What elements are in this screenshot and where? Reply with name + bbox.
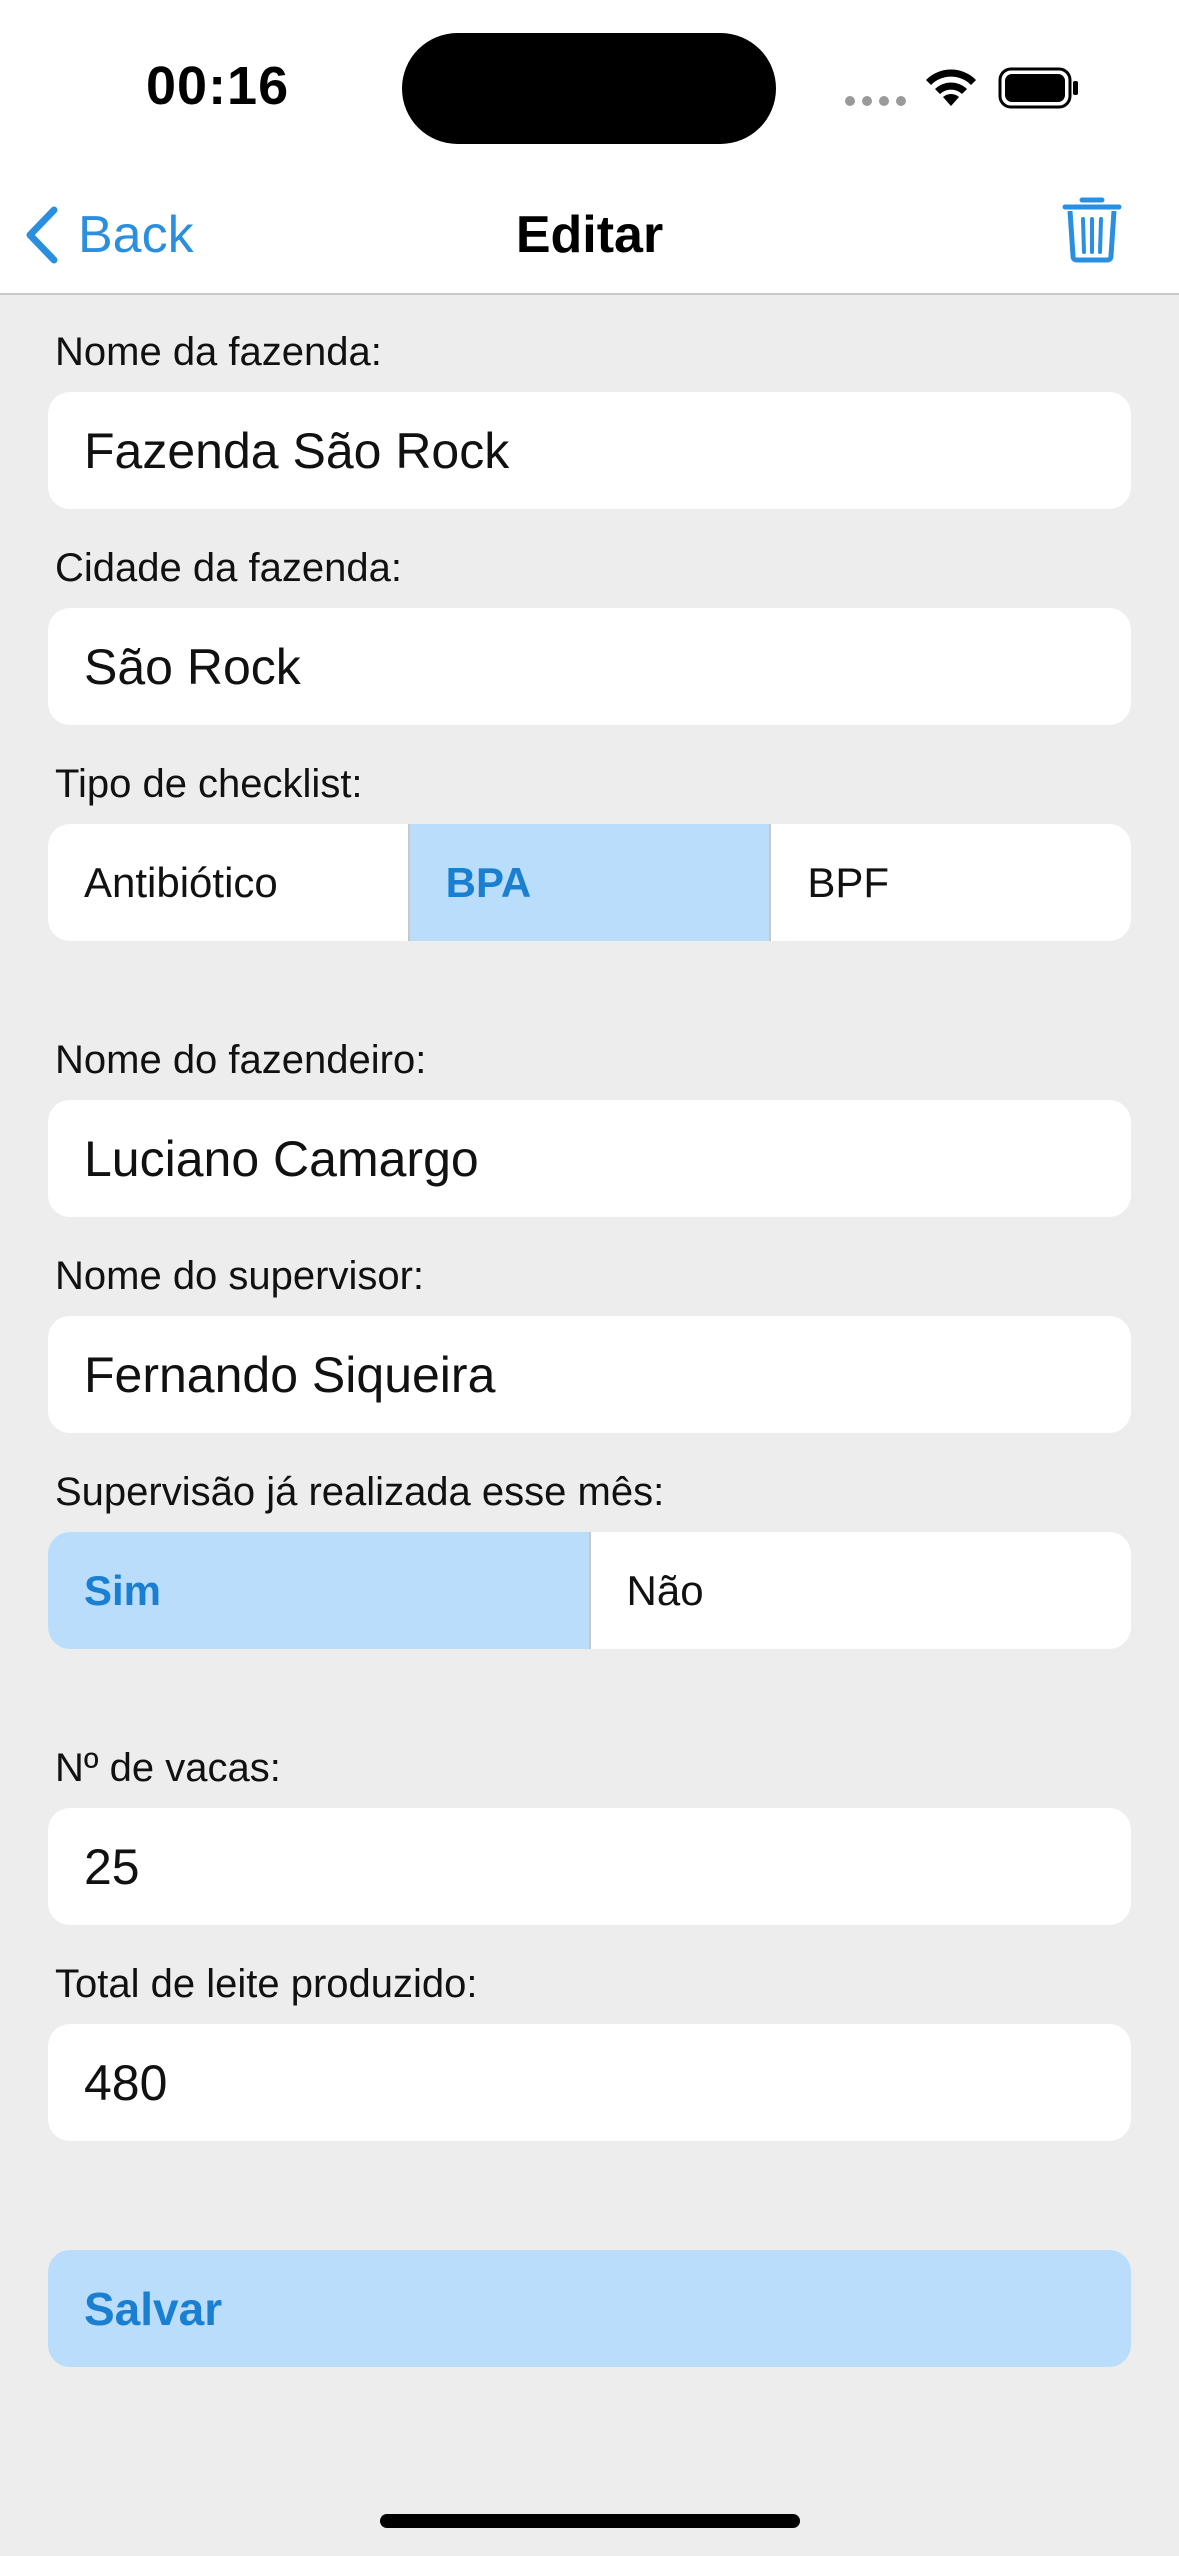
status-bar: 00:16 bbox=[0, 0, 1179, 175]
navigation-bar: Back Editar bbox=[0, 175, 1179, 295]
farmer-name-field[interactable]: Luciano Camargo bbox=[48, 1100, 1131, 1217]
delete-button[interactable] bbox=[1062, 194, 1122, 269]
checklist-type-segmented-control: Antibiótico BPA BPF bbox=[48, 824, 1131, 941]
farm-city-field[interactable]: São Rock bbox=[48, 608, 1131, 725]
supervisor-name-field[interactable]: Fernando Siqueira bbox=[48, 1316, 1131, 1433]
checklist-option-antibiotico[interactable]: Antibiótico bbox=[48, 824, 408, 941]
signal-dots-icon bbox=[845, 96, 906, 106]
checklist-option-bpf[interactable]: BPF bbox=[769, 824, 1131, 941]
dynamic-island bbox=[402, 33, 776, 144]
wifi-icon bbox=[926, 69, 976, 106]
milk-total-field[interactable]: 480 bbox=[48, 2024, 1131, 2141]
supervision-option-nao[interactable]: Não bbox=[588, 1532, 1132, 1649]
battery-icon bbox=[998, 67, 1078, 109]
page-title: Editar bbox=[515, 206, 664, 264]
farmer-name-label: Nome do fazendeiro: bbox=[55, 1038, 427, 1082]
checklist-type-label: Tipo de checklist: bbox=[55, 762, 363, 806]
farm-name-field[interactable]: Fazenda São Rock bbox=[48, 392, 1131, 509]
trash-icon bbox=[1062, 197, 1122, 263]
supervision-done-segmented-control: Sim Não bbox=[48, 1532, 1131, 1649]
milk-total-label: Total de leite produzido: bbox=[55, 1962, 478, 2006]
cow-count-label: Nº de vacas: bbox=[55, 1746, 281, 1790]
cow-count-field[interactable]: 25 bbox=[48, 1808, 1131, 1925]
checklist-option-bpa[interactable]: BPA bbox=[407, 824, 770, 941]
farm-city-label: Cidade da fazenda: bbox=[55, 546, 402, 590]
supervision-done-label: Supervisão já realizada esse mês: bbox=[55, 1470, 665, 1514]
supervision-option-sim[interactable]: Sim bbox=[48, 1532, 589, 1649]
farm-name-label: Nome da fazenda: bbox=[55, 330, 382, 374]
save-button[interactable]: Salvar bbox=[48, 2250, 1131, 2367]
home-indicator bbox=[380, 2514, 800, 2528]
status-time: 00:16 bbox=[146, 56, 290, 116]
supervisor-name-label: Nome do supervisor: bbox=[55, 1254, 425, 1298]
